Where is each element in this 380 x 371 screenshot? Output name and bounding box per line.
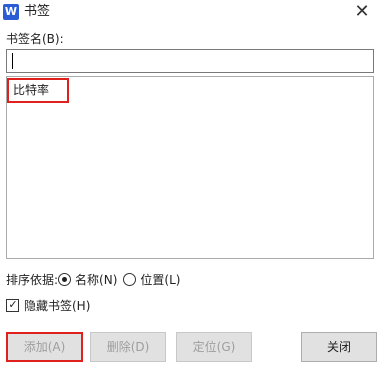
sort-by-position-label[interactable]: 位置(L) xyxy=(140,271,180,288)
sort-by-name-label[interactable]: 名称(N) xyxy=(75,271,117,288)
sort-options: 排序依据: 名称(N) 位置(L) xyxy=(6,271,180,287)
wps-writer-icon: W xyxy=(3,4,19,20)
bookmark-name-input[interactable] xyxy=(6,49,374,73)
dialog-title: 书签 xyxy=(24,4,51,19)
locate-button[interactable]: 定位(G) xyxy=(176,332,252,362)
sort-label: 排序依据: xyxy=(6,272,59,287)
list-item[interactable]: 比特率 xyxy=(7,78,69,103)
checkmark-icon: ✓ xyxy=(8,297,18,311)
title-bar: W 书签 ✕ xyxy=(0,0,380,24)
bookmark-name-label: 书签名(B): xyxy=(6,32,64,46)
sort-by-position-radio[interactable] xyxy=(123,272,137,286)
hidden-bookmarks-label[interactable]: 隐藏书签(H) xyxy=(24,297,90,314)
add-button[interactable]: 添加(A) xyxy=(6,332,83,362)
sort-by-name-radio[interactable] xyxy=(58,272,72,286)
bookmark-list[interactable]: 比特率 xyxy=(6,76,374,259)
delete-button[interactable]: 删除(D) xyxy=(90,332,166,362)
hidden-bookmarks-checkbox[interactable]: ✓ xyxy=(6,297,19,312)
hidden-bookmarks-option[interactable]: ✓ 隐藏书签(H) xyxy=(6,297,90,313)
text-caret xyxy=(12,53,13,69)
close-icon[interactable]: ✕ xyxy=(352,2,372,22)
close-button[interactable]: 关闭 xyxy=(301,332,377,362)
